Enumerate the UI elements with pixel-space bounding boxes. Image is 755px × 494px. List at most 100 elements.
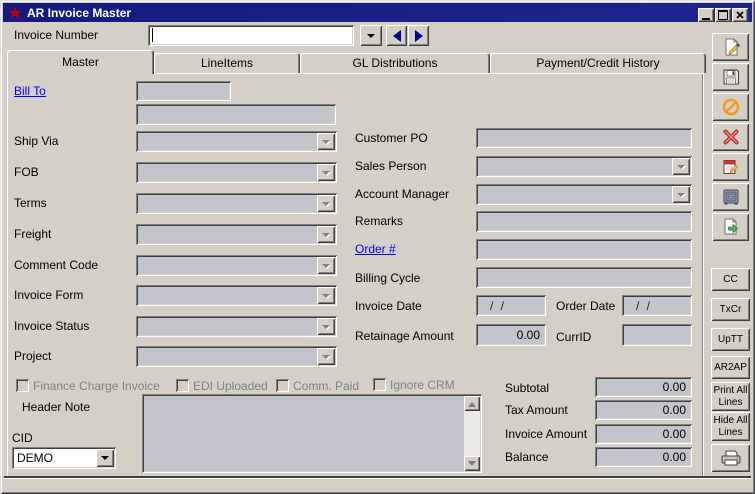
- header-note-textarea[interactable]: [142, 394, 482, 473]
- print-all-lines-button[interactable]: Print All Lines: [711, 382, 750, 411]
- fob-select[interactable]: [136, 162, 337, 183]
- customer-po-label: Customer PO: [355, 131, 428, 145]
- chevron-down-icon[interactable]: [96, 449, 114, 467]
- edit-invoice-button[interactable]: [712, 33, 749, 61]
- currid-field[interactable]: [622, 324, 692, 346]
- invoice-number-input[interactable]: [148, 25, 354, 46]
- safe-icon: [721, 187, 741, 207]
- terms-select[interactable]: [136, 193, 337, 214]
- header-note-label: Header Note: [22, 400, 90, 414]
- bill-to-name-field[interactable]: [136, 104, 336, 125]
- retainage-amount-field[interactable]: 0.00: [476, 324, 546, 346]
- titlebar: AR Invoice Master: [3, 3, 752, 22]
- bill-to-link[interactable]: Bill To: [14, 84, 46, 98]
- ship-via-select[interactable]: [136, 131, 337, 152]
- delete-icon: [721, 127, 741, 147]
- finance-charge-invoice-checkbox[interactable]: [16, 379, 29, 392]
- ar2ap-button[interactable]: AR2AP: [711, 356, 750, 379]
- invoice-number-dropdown-button[interactable]: [360, 25, 382, 46]
- chevron-down-icon[interactable]: [317, 257, 335, 274]
- cid-label: CID: [12, 431, 33, 445]
- arrow-right-icon: [415, 30, 423, 42]
- panel-right-highlight: [703, 73, 704, 477]
- chevron-down-icon[interactable]: [317, 287, 335, 304]
- chevron-down-icon[interactable]: [317, 195, 335, 212]
- export-icon: [721, 217, 741, 237]
- minimize-icon: [702, 18, 710, 20]
- order-date-label: Order Date: [556, 299, 615, 313]
- comm-paid-checkbox[interactable]: [276, 379, 289, 392]
- maximize-button[interactable]: [715, 8, 731, 22]
- ignore-crm-checkbox[interactable]: [373, 378, 386, 391]
- cid-value: DEMO: [17, 451, 53, 465]
- order-number-link[interactable]: Order #: [355, 242, 396, 256]
- currid-label: CurrID: [556, 330, 591, 344]
- chevron-down-icon[interactable]: [672, 186, 690, 203]
- tax-amount-label: Tax Amount: [505, 403, 568, 417]
- uptt-button[interactable]: UpTT: [711, 328, 750, 351]
- comment-code-select[interactable]: [136, 255, 337, 276]
- hide-all-lines-button[interactable]: Hide All Lines: [711, 412, 750, 441]
- minimize-button[interactable]: [698, 8, 714, 22]
- tax-amount-field: 0.00: [595, 400, 692, 420]
- chevron-down-icon[interactable]: [317, 164, 335, 181]
- close-button[interactable]: [732, 8, 748, 22]
- export-button[interactable]: [712, 213, 749, 241]
- tab-gl-distributions[interactable]: GL Distributions: [300, 53, 490, 73]
- next-invoice-button[interactable]: [408, 25, 429, 46]
- freight-select[interactable]: [136, 224, 337, 245]
- subtotal-field: 0.00: [595, 377, 692, 397]
- invoice-form-select[interactable]: [136, 285, 337, 306]
- edi-uploaded-checkbox[interactable]: [176, 379, 189, 392]
- tab-lineitems[interactable]: LineItems: [154, 53, 300, 73]
- bill-to-code-field[interactable]: [136, 81, 231, 101]
- cid-select[interactable]: DEMO: [12, 447, 116, 469]
- tab-master[interactable]: Master: [7, 50, 154, 74]
- cc-button[interactable]: CC: [711, 268, 750, 291]
- customer-po-field[interactable]: [476, 128, 692, 148]
- balance-field: 0.00: [595, 447, 692, 467]
- invoice-status-label: Invoice Status: [14, 319, 89, 333]
- edit-note-icon: [721, 157, 741, 177]
- chevron-down-icon[interactable]: [317, 226, 335, 243]
- scroll-down-button[interactable]: [464, 456, 480, 471]
- ignore-crm-label: Ignore CRM: [390, 378, 455, 392]
- tab-payment-credit-history[interactable]: Payment/Credit History: [490, 53, 706, 73]
- header-note-scrollbar[interactable]: [464, 396, 480, 471]
- close-icon: [736, 11, 744, 19]
- order-date-field[interactable]: / /: [622, 295, 692, 316]
- billing-cycle-field[interactable]: [476, 267, 692, 288]
- edit-note-button[interactable]: [712, 153, 749, 181]
- chevron-down-icon[interactable]: [672, 158, 690, 175]
- scroll-down-icon: [468, 461, 476, 470]
- cancel-button[interactable]: [712, 93, 749, 121]
- txcr-button[interactable]: TxCr: [711, 298, 750, 321]
- remarks-label: Remarks: [355, 214, 403, 228]
- save-button[interactable]: [712, 63, 749, 91]
- scroll-up-icon: [468, 398, 476, 407]
- invoice-date-field[interactable]: / /: [476, 295, 546, 316]
- edit-invoice-icon: [721, 37, 741, 57]
- account-manager-label: Account Manager: [355, 187, 449, 201]
- account-manager-select[interactable]: [476, 184, 692, 205]
- sales-person-label: Sales Person: [355, 159, 426, 173]
- delete-button[interactable]: [712, 123, 749, 151]
- chevron-down-icon[interactable]: [317, 133, 335, 150]
- project-select[interactable]: [136, 346, 337, 367]
- chevron-down-icon[interactable]: [317, 318, 335, 335]
- comment-code-label: Comment Code: [14, 258, 98, 272]
- chevron-down-icon: [367, 34, 375, 42]
- remarks-field[interactable]: [476, 211, 692, 232]
- invoice-amount-label: Invoice Amount: [505, 427, 587, 441]
- scroll-up-button[interactable]: [464, 396, 480, 411]
- invoice-status-select[interactable]: [136, 316, 337, 337]
- safe-button[interactable]: [712, 183, 749, 211]
- finance-charge-invoice-label: Finance Charge Invoice: [33, 379, 160, 393]
- previous-invoice-button[interactable]: [386, 25, 407, 46]
- freight-label: Freight: [14, 227, 51, 241]
- order-number-field[interactable]: [476, 239, 692, 260]
- window-title: AR Invoice Master: [27, 6, 131, 20]
- chevron-down-icon[interactable]: [317, 348, 335, 365]
- print-button[interactable]: [711, 444, 750, 472]
- sales-person-select[interactable]: [476, 156, 692, 177]
